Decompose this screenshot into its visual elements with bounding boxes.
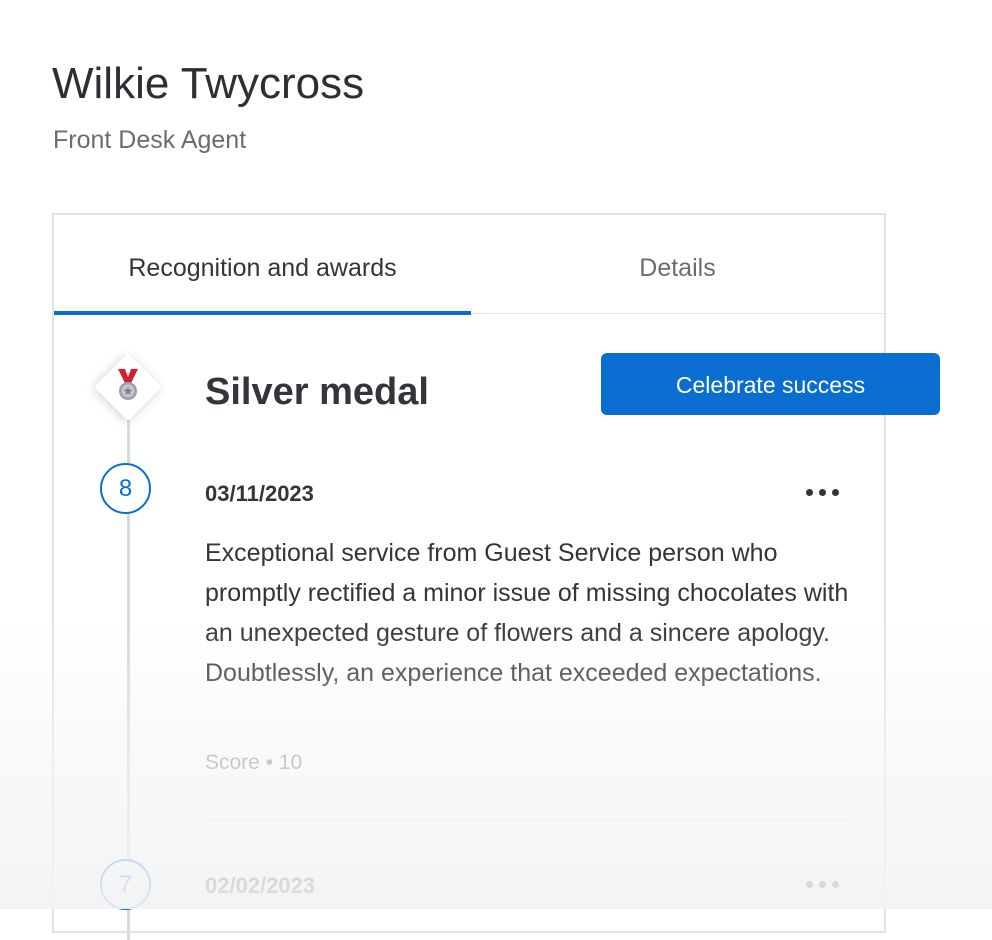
medal-icon xyxy=(118,369,138,400)
tab-details[interactable]: Details xyxy=(471,215,884,313)
more-options-icon[interactable] xyxy=(802,481,842,505)
recognition-count-badge: 8 xyxy=(100,463,151,514)
recognition-card: Recognition and awards Details Silver me… xyxy=(52,213,886,940)
tab-bar: Recognition and awards Details xyxy=(54,215,884,315)
entry-date: 03/11/2023 xyxy=(205,481,314,506)
tab-recognition-and-awards[interactable]: Recognition and awards xyxy=(54,215,471,315)
entry-description: Exceptional service from Guest Service p… xyxy=(205,539,849,687)
recognition-count-badge: 7 xyxy=(100,859,151,910)
employee-job-title: Front Desk Agent xyxy=(53,126,247,154)
entry-score: Score • 10 xyxy=(205,751,303,774)
award-title: Silver medal xyxy=(205,371,429,413)
celebrate-success-button[interactable]: Celebrate success xyxy=(601,353,940,415)
entry-divider xyxy=(205,819,855,820)
entry-date: 02/02/2023 xyxy=(205,873,316,898)
employee-name: Wilkie Twycross xyxy=(52,59,365,108)
more-options-icon[interactable] xyxy=(802,873,842,897)
